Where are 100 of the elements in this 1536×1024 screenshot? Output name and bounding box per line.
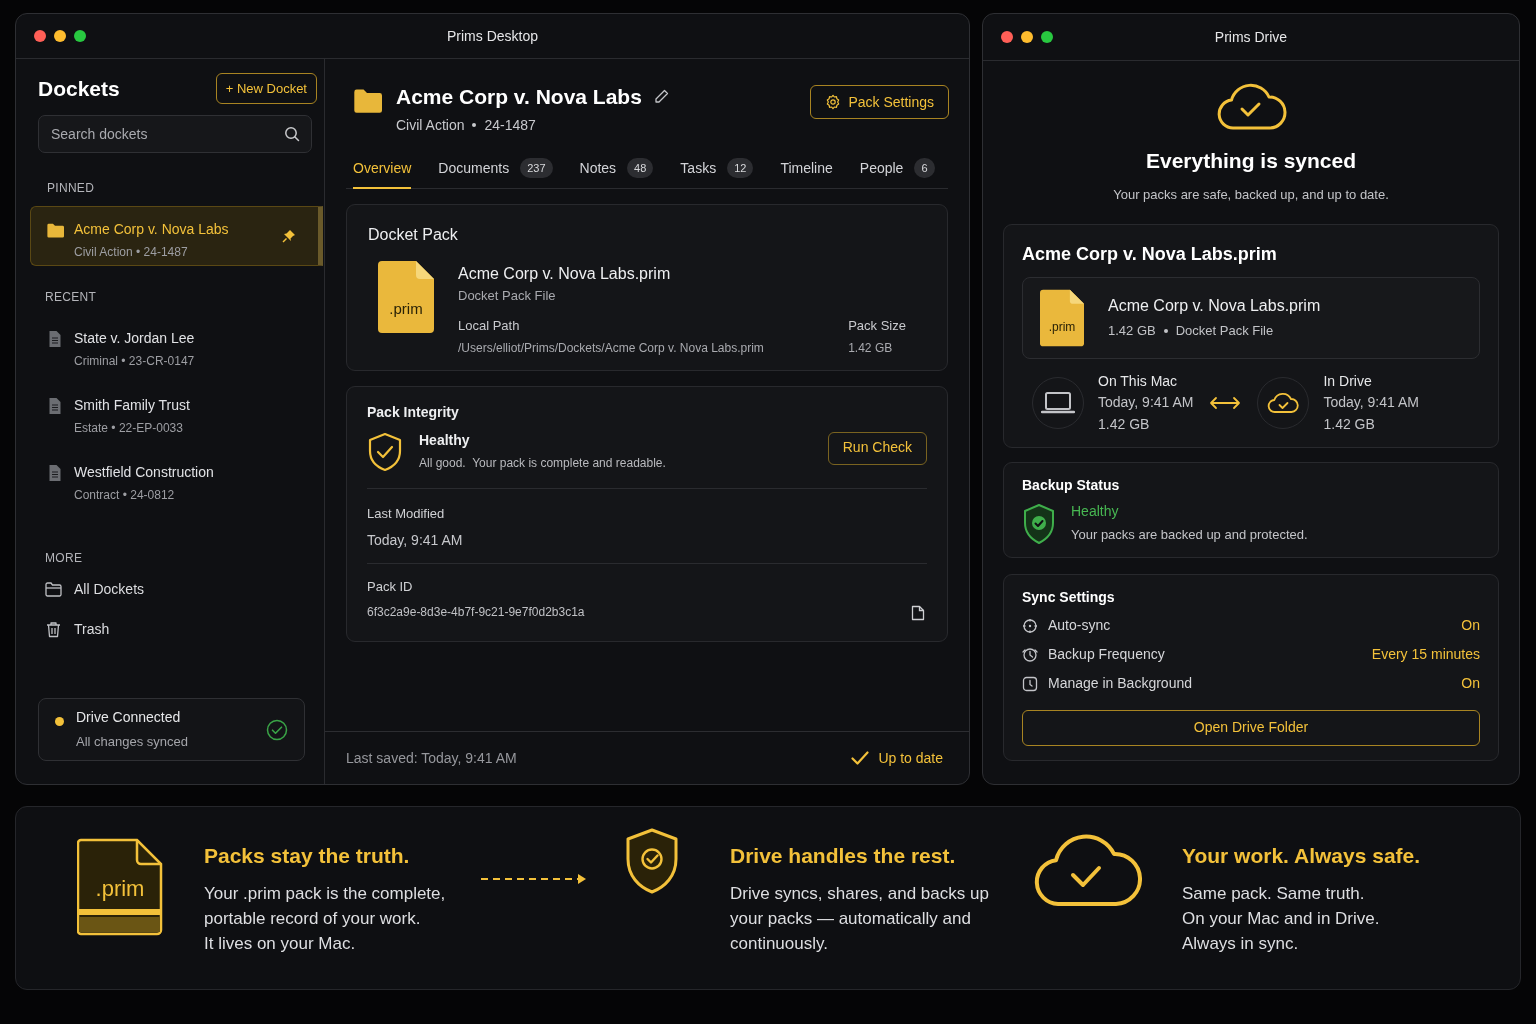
- more-item[interactable]: Trash: [45, 618, 323, 641]
- docket-title: Smith Family Trust: [74, 395, 191, 415]
- setting-value: Every 15 minutes: [1371, 646, 1480, 664]
- feature-text: Your .prim pack is the complete, portable record of your work. It lives on your Mac.: [204, 882, 447, 955]
- pack-size: 1.42 GB: [848, 341, 894, 356]
- cloud-check-icon: [1267, 391, 1300, 414]
- location-label: On This Mac: [1098, 372, 1179, 390]
- shield-check-icon: [624, 828, 680, 895]
- shield-check-icon: [367, 431, 403, 472]
- edit-icon[interactable]: [653, 89, 669, 105]
- docket-subtitle: Estate • 22-EP-0033: [74, 419, 184, 437]
- file-name: Acme Corp v. Nova Labs.prim: [458, 263, 672, 284]
- count-badge: 12: [727, 157, 754, 179]
- card-heading: Acme Corp v. Nova Labs.prim: [1022, 243, 1278, 266]
- more-item[interactable]: All Dockets: [45, 578, 323, 601]
- file-extension: .prim: [95, 878, 145, 901]
- section-heading: MORE: [44, 549, 84, 567]
- sync-icon: [1022, 618, 1038, 634]
- backup-message: Your packs are backed up and protected.: [1071, 527, 1308, 544]
- open-drive-folder-button[interactable]: Open Drive Folder: [1022, 710, 1480, 746]
- laptop-icon: [1041, 390, 1075, 415]
- tab[interactable]: Tasks 12: [680, 155, 754, 189]
- field-label: Local Path: [458, 317, 521, 334]
- file-size: 1.42 GB: [1108, 322, 1156, 340]
- location-size: 1.42 GB: [1098, 415, 1151, 433]
- setting-label: Manage in Background: [1048, 675, 1193, 693]
- integrity-status: Healthy: [419, 431, 471, 449]
- last-saved-text: Last saved: Today, 9:41 AM: [346, 748, 517, 768]
- feature-title: Drive handles the rest.: [730, 843, 957, 870]
- tab[interactable]: People 6: [859, 155, 935, 189]
- window-control[interactable]: [1001, 31, 1013, 43]
- docket-title: Acme Corp v. Nova Labs: [396, 84, 642, 110]
- docket-item[interactable]: Westfield Construction Contract • 24-0812: [30, 452, 323, 520]
- window-control[interactable]: [1021, 31, 1033, 43]
- count-badge: 237: [520, 157, 553, 179]
- setting-row[interactable]: Backup Frequency Every 15 minutes: [1022, 645, 1480, 665]
- integrity-message: All good. Your pack is complete and readable.: [419, 456, 667, 471]
- docket-title: Acme Corp v. Nova Labs: [74, 219, 230, 239]
- drive-status-subtitle: All changes synced: [76, 733, 189, 752]
- shield-check-icon: [1022, 502, 1056, 545]
- check-icon: [851, 751, 870, 765]
- tab[interactable]: Overview: [353, 155, 412, 189]
- tab[interactable]: Documents 237: [438, 155, 553, 189]
- window-title: Prims Drive: [1214, 27, 1288, 47]
- setting-row[interactable]: Auto-sync On: [1022, 616, 1480, 636]
- double-arrow-icon: [1209, 395, 1242, 410]
- pack-id: 6f3c2a9e-8d3e-4b7f-9c21-9e7f0d2b3c1a: [367, 605, 585, 620]
- search-icon[interactable]: [284, 125, 300, 142]
- docket-item[interactable]: Smith Family Trust Estate • 22-EP-0033: [30, 385, 323, 453]
- gear-icon: [825, 94, 842, 110]
- folder-icon: [45, 582, 62, 597]
- docket-item[interactable]: State v. Jordan Lee Criminal • 23-CR-0147: [30, 318, 323, 386]
- file-type: Docket Pack File: [1175, 322, 1274, 340]
- search-field[interactable]: Search dockets: [38, 114, 312, 153]
- tab[interactable]: Notes 48: [579, 155, 654, 189]
- setting-label: Auto-sync: [1048, 617, 1112, 635]
- pack-settings-button[interactable]: Pack Settings: [810, 85, 949, 119]
- sync-time: Today, 9:41 AM: [1098, 394, 1194, 412]
- drive-status-title: Drive Connected: [76, 708, 182, 728]
- last-modified: Today, 9:41 AM: [367, 531, 464, 550]
- clock-icon: [1022, 676, 1038, 692]
- trash-icon: [45, 621, 62, 638]
- field-label: Last Modified: [367, 505, 446, 522]
- field-label: Pack Size: [848, 317, 906, 334]
- docket-title: Westfield Construction: [74, 462, 215, 482]
- clock-icon: [1022, 647, 1038, 663]
- file-extension: .prim: [1048, 320, 1076, 333]
- case-number: 24-1487: [484, 115, 536, 135]
- sync-subline: Your packs are safe, backed up, and up to date.: [1113, 185, 1389, 204]
- window-control[interactable]: [54, 30, 66, 42]
- tab[interactable]: Timeline: [780, 155, 833, 189]
- check-circle-icon: [266, 718, 288, 741]
- docket-item[interactable]: Acme Corp v. Nova Labs Civil Action • 24-1487: [30, 205, 323, 266]
- window-control[interactable]: [74, 30, 86, 42]
- section-heading: PINNED: [46, 179, 96, 197]
- feature-text: Drive syncs, shares, and backs up your packs — automatically and continuously.: [730, 882, 990, 955]
- dashed-arrow-icon: [480, 873, 588, 885]
- docket-title: State v. Jordan Lee: [74, 328, 196, 348]
- file-extension: .prim: [389, 300, 423, 316]
- docket-subtitle: Contract • 24-0812: [74, 486, 176, 504]
- window-title: Prims Desktop: [447, 26, 538, 46]
- section-heading: RECENT: [44, 288, 98, 306]
- card-heading: Pack Integrity: [367, 404, 460, 422]
- docket-subtitle: Criminal • 23-CR-0147: [74, 352, 196, 370]
- file-type: Docket Pack File: [458, 287, 557, 304]
- feature-title: Packs stay the truth.: [204, 843, 411, 870]
- location-size: 1.42 GB: [1323, 415, 1376, 433]
- copy-icon[interactable]: [911, 604, 925, 621]
- setting-value: On: [1461, 617, 1480, 635]
- window-control[interactable]: [1041, 31, 1053, 43]
- sync-headline: Everything is synced: [1145, 148, 1357, 174]
- setting-label: Backup Frequency: [1048, 646, 1166, 664]
- new-docket-button[interactable]: + New Docket: [215, 73, 317, 105]
- run-check-button[interactable]: Run Check: [827, 431, 927, 465]
- card-heading: Docket Pack: [368, 224, 459, 245]
- feature-text: Same pack. Same truth. On your Mac and in Drive. Always in sync.: [1182, 882, 1381, 955]
- sync-status: Up to date: [878, 748, 943, 768]
- window-control[interactable]: [34, 30, 46, 42]
- count-badge: 48: [627, 157, 654, 179]
- setting-row[interactable]: Manage in Background On: [1022, 674, 1480, 694]
